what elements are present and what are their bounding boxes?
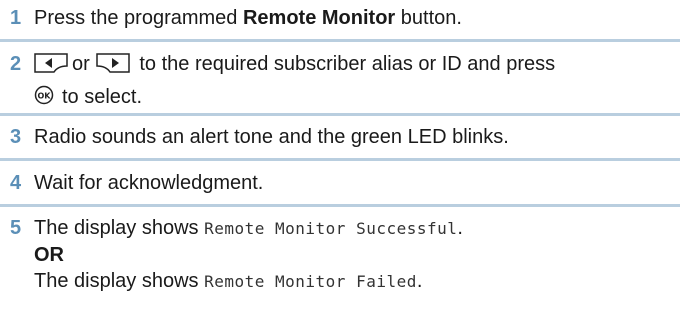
step-text: Press the programmed Remote Monitor butt… — [34, 5, 670, 31]
step-number: 2 — [10, 53, 22, 75]
step-text-select: to select. — [62, 86, 143, 108]
step-number: 1 — [10, 7, 22, 29]
step-text: or to the required subscriber alias or I… — [34, 51, 670, 112]
or-text: or — [72, 53, 90, 75]
step-number: 4 — [10, 172, 22, 194]
divider — [0, 204, 680, 207]
step-text-prefix: Press the programmed — [34, 7, 243, 29]
step-text-rest: to the required subscriber alias or ID a… — [133, 53, 556, 75]
display-prefix: The display shows — [34, 217, 205, 239]
step-line: The display shows Remote Monitor Success… — [34, 215, 670, 242]
display-message-failed: Remote Monitor Failed — [204, 272, 417, 291]
display-suffix: . — [416, 270, 423, 292]
step-text: Wait for acknowledgment. — [34, 172, 264, 194]
left-arrow-key-icon — [34, 53, 68, 80]
step-line: OK to select. — [34, 84, 670, 112]
right-arrow-key-icon — [96, 53, 130, 80]
or-label: OR — [34, 244, 64, 266]
step-text: The display shows Remote Monitor Success… — [34, 215, 670, 295]
remote-monitor-label: Remote Monitor — [242, 7, 396, 29]
divider — [0, 158, 680, 161]
ok-button-icon: OK — [34, 85, 54, 112]
display-suffix: . — [457, 217, 463, 239]
display-message-success: Remote Monitor Successful — [204, 219, 458, 238]
divider — [0, 39, 680, 42]
step-line: The display shows Remote Monitor Failed. — [34, 268, 670, 295]
step-text-suffix: button. — [395, 7, 462, 29]
step-text: Radio sounds an alert tone and the green… — [34, 126, 509, 148]
display-prefix: The display shows — [34, 270, 205, 292]
step-line: or to the required subscriber alias or I… — [34, 51, 670, 80]
svg-text:OK: OK — [38, 92, 52, 101]
divider — [0, 113, 680, 116]
procedure-steps: 1 Press the programmed Remote Monitor bu… — [0, 0, 680, 318]
step-number: 3 — [10, 126, 22, 148]
step-number: 5 — [10, 217, 22, 239]
